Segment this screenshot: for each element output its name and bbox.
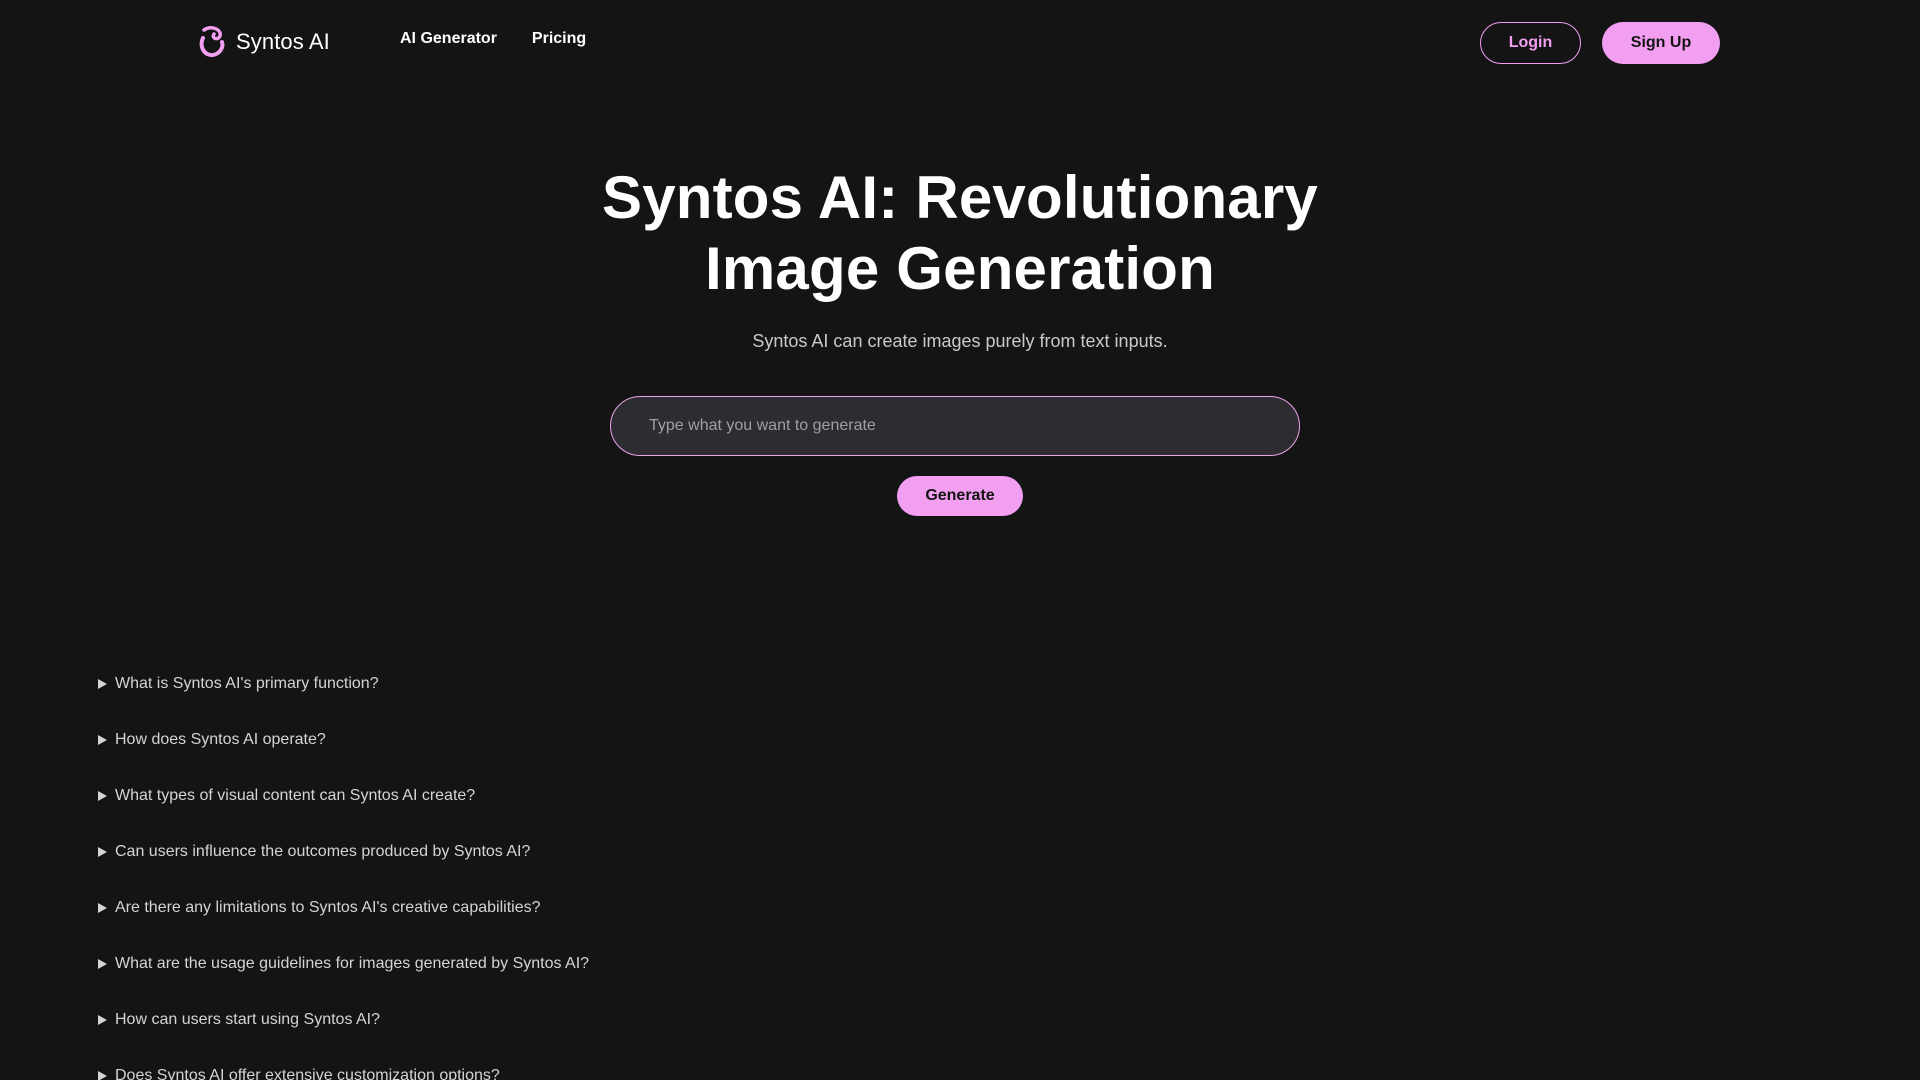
page: Syntos AI AI Generator Pricing Login Sig… (0, 0, 1920, 1080)
faq-item[interactable]: Are there any limitations to Syntos AI's… (98, 898, 998, 954)
triangle-right-icon (98, 959, 107, 969)
hero-title-line-2: Image Generation (704, 235, 1215, 302)
faq-question: Can users influence the outcomes produce… (115, 843, 531, 860)
faq-item[interactable]: How does Syntos AI operate? (98, 730, 998, 786)
prompt-input[interactable] (611, 397, 1299, 455)
triangle-right-icon (98, 791, 107, 801)
faq-question: Does Syntos AI offer extensive customiza… (115, 1067, 500, 1080)
faq-item[interactable]: Can users influence the outcomes produce… (98, 842, 998, 898)
triangle-right-icon (98, 1071, 107, 1080)
generate-button[interactable]: Generate (897, 476, 1023, 516)
faq-item[interactable]: How can users start using Syntos AI? (98, 1010, 998, 1066)
triangle-right-icon (98, 735, 107, 745)
login-button[interactable]: Login (1480, 22, 1581, 64)
triangle-right-icon (98, 903, 107, 913)
faq-item[interactable]: Does Syntos AI offer extensive customiza… (98, 1066, 998, 1080)
hero-title-line-1: Syntos AI: Revolutionary (601, 164, 1318, 231)
prompt-box (610, 396, 1300, 456)
main-nav: AI Generator Pricing (400, 30, 586, 48)
triangle-right-icon (98, 1015, 107, 1025)
logo-text: Syntos AI (236, 29, 330, 54)
triangle-right-icon (98, 847, 107, 857)
faq-question: How does Syntos AI operate? (115, 731, 326, 748)
faq-question: What is Syntos AI's primary function? (115, 675, 379, 692)
faq-question: How can users start using Syntos AI? (115, 1011, 381, 1028)
signup-button[interactable]: Sign Up (1602, 22, 1720, 64)
triangle-right-icon (98, 679, 107, 689)
faq-item[interactable]: What are the usage guidelines for images… (98, 954, 998, 1010)
faq-question: What types of visual content can Syntos … (115, 787, 476, 804)
logo[interactable]: Syntos AI (198, 22, 330, 62)
faq-item[interactable]: What types of visual content can Syntos … (98, 786, 998, 842)
faq-list: What is Syntos AI's primary function? Ho… (98, 674, 998, 1080)
hero-subtitle: Syntos AI can create images purely from … (752, 331, 1168, 351)
faq-item[interactable]: What is Syntos AI's primary function? (98, 674, 998, 730)
hero-title: Syntos AI: Revolutionary Image Generatio… (560, 162, 1360, 304)
swirl-logo-icon (199, 26, 225, 58)
site-header: Syntos AI AI Generator Pricing Login Sig… (0, 0, 1920, 86)
nav-link-ai-generator[interactable]: AI Generator (400, 30, 497, 48)
faq-question: Are there any limitations to Syntos AI's… (115, 899, 541, 916)
nav-link-pricing[interactable]: Pricing (532, 30, 586, 48)
faq-question: What are the usage guidelines for images… (115, 955, 590, 972)
